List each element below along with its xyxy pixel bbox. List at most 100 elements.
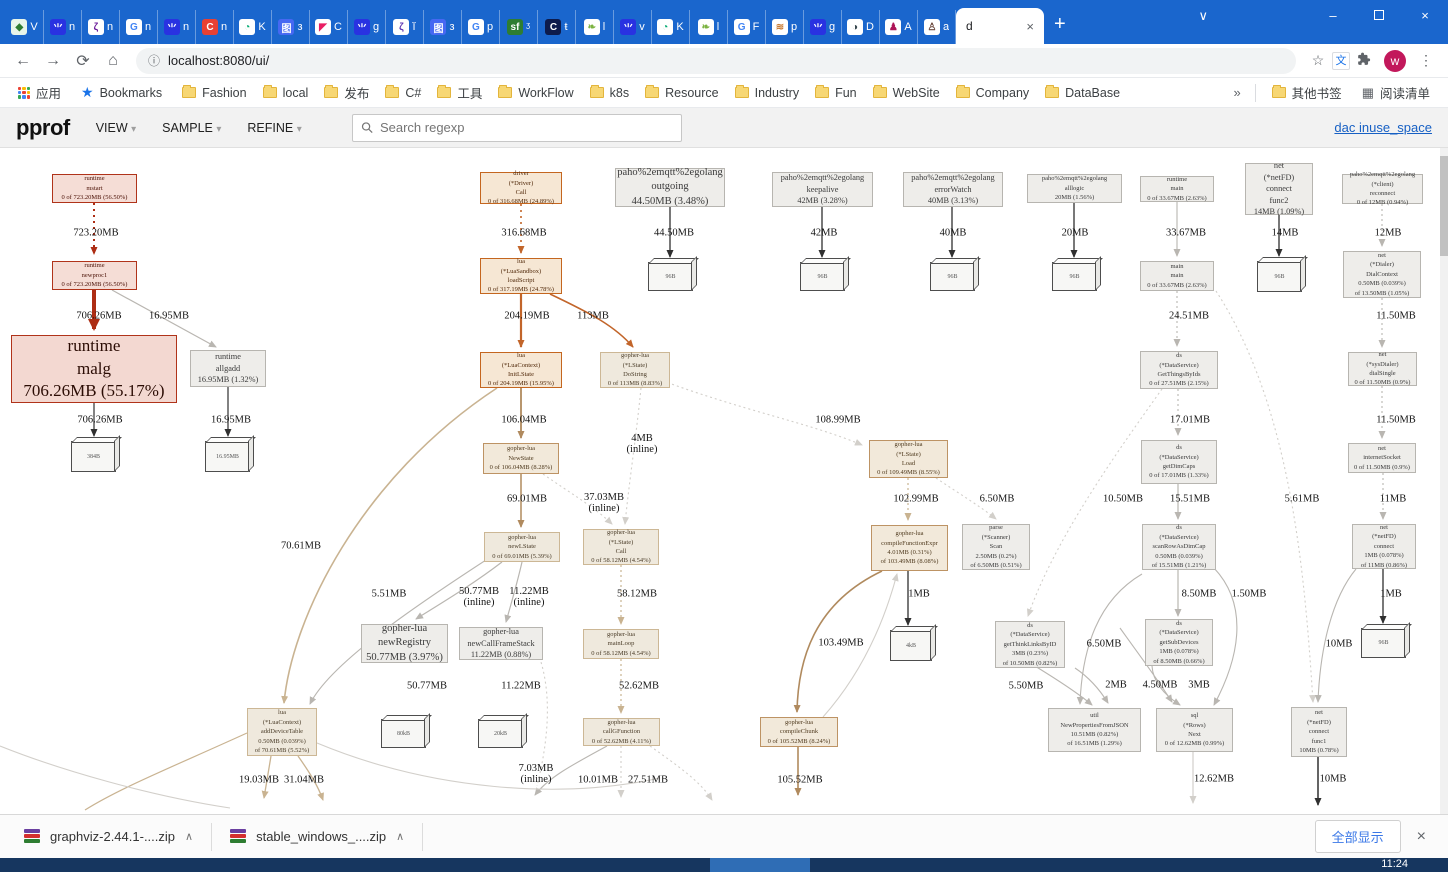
bookmark-folder-k8s[interactable]: k8s <box>582 80 637 105</box>
download-bar-close-icon[interactable]: × <box>1417 828 1426 846</box>
memory-box-node[interactable]: 80kB <box>381 719 426 748</box>
download-chevron-icon[interactable]: ∧ <box>396 830 404 843</box>
chrome-menu-icon[interactable]: ⋮ <box>1412 52 1440 69</box>
graph-node[interactable]: gopher-luanewRegistry50.77MB (3.97%) <box>361 624 448 663</box>
address-bar[interactable]: ⓘ localhost:8080/ui/ <box>136 48 1296 74</box>
back-button[interactable]: ← <box>8 52 38 70</box>
graph-node[interactable]: ds(*DataService)getDimCaps0 of 17.01MB (… <box>1141 440 1217 484</box>
browser-tab[interactable]: ♙a <box>918 10 956 44</box>
graph-node[interactable]: gopher-lua(*LState)DoString0 of 113MB (8… <box>600 352 670 388</box>
profile-avatar[interactable]: w <box>1384 50 1406 72</box>
bookmark-folder-Resource[interactable]: Resource <box>637 80 727 105</box>
browser-tab[interactable]: 图з <box>424 10 462 44</box>
reload-button[interactable]: ⟳ <box>68 51 98 71</box>
new-tab-button[interactable]: + <box>1054 13 1066 36</box>
browser-tab[interactable]: ◑D <box>842 10 880 44</box>
browser-tab[interactable]: ⺌g <box>804 10 842 44</box>
graph-node[interactable]: paho%2emqtt%2egolangkeepalive42MB (3.28%… <box>772 172 873 207</box>
reading-list[interactable]: ▦ 阅读清单 <box>1354 80 1438 105</box>
graph-node[interactable]: gopher-luacompileChunk0 of 105.52MB (8.2… <box>760 717 838 747</box>
download-chevron-icon[interactable]: ∧ <box>185 830 193 843</box>
memory-box-node[interactable]: 96B <box>1361 628 1406 658</box>
graph-node[interactable]: lua(*LuaContext)InitLState0 of 204.19MB … <box>480 352 562 388</box>
menu-view[interactable]: VIEW ▾ <box>96 121 136 135</box>
graph-node[interactable]: netinternetSocket0 of 11.50MB (0.9%) <box>1348 443 1416 473</box>
other-bookmarks[interactable]: 其他书签 <box>1264 80 1350 105</box>
browser-tab[interactable]: Cŧ <box>538 10 576 44</box>
browser-tab[interactable]: ❧l <box>576 10 614 44</box>
graph-node[interactable]: ds(*DataService)getThinkLinksByID3MB (0.… <box>995 621 1065 668</box>
graph-node[interactable]: mainmain0 of 33.67MB (2.63%) <box>1140 261 1214 291</box>
browser-tab[interactable]: ⺌n <box>158 10 196 44</box>
browser-tab[interactable]: ζĭ <box>386 10 424 44</box>
download-item[interactable]: graphviz-2.44.1-....zip∧ <box>6 815 211 858</box>
memory-box-node[interactable]: 96B <box>1052 262 1097 291</box>
apps-shortcut[interactable]: 应用 <box>10 80 69 105</box>
profile-source-link[interactable]: dac inuse_space <box>1334 120 1432 135</box>
graph-node[interactable]: runtimemstart0 of 723.20MB (56.50%) <box>52 174 137 203</box>
memory-box-node[interactable]: 96B <box>1257 261 1302 292</box>
translate-icon[interactable]: 文 <box>1332 52 1350 70</box>
browser-tab[interactable]: sfᶾ <box>500 10 538 44</box>
browser-tab[interactable]: ◤C <box>310 10 348 44</box>
browser-tab[interactable]: ζn <box>82 10 120 44</box>
graph-node[interactable]: runtimenewproc10 of 723.20MB (56.50%) <box>52 261 137 290</box>
browser-tab[interactable]: 图з <box>272 10 310 44</box>
graph-node[interactable]: paho%2emqtt%2egolangalllogic20MB (1.56%) <box>1027 174 1122 203</box>
graph-node[interactable]: ds(*DataService)GetThingsByIds0 of 27.51… <box>1140 351 1218 389</box>
page-info-icon[interactable]: ⓘ <box>148 52 160 69</box>
bookmark-folder-WebSite[interactable]: WebSite <box>865 80 948 105</box>
graph-node[interactable]: runtimemalg706.26MB (55.17%) <box>11 335 177 403</box>
browser-tab[interactable]: ◔K <box>234 10 272 44</box>
memory-box-node[interactable]: 384B <box>71 441 116 472</box>
bookmarks-overflow-chevron[interactable]: » <box>1227 85 1246 100</box>
minimize-button[interactable]: – <box>1310 8 1356 23</box>
scrollbar-thumb[interactable] <box>1440 156 1448 256</box>
graph-node[interactable]: lua(*LuaContext)addDeviceTable0.50MB (0.… <box>247 708 317 756</box>
bookmark-folder-工具[interactable]: 工具 <box>429 80 490 105</box>
browser-tab[interactable]: GF <box>728 10 766 44</box>
download-item[interactable]: stable_windows_....zip∧ <box>212 815 422 858</box>
bookmark-folder-C#[interactable]: C# <box>377 80 429 105</box>
browser-tab[interactable]: ◔K <box>652 10 690 44</box>
graph-node[interactable]: gopher-lua(*LState)Load0 of 109.49MB (8.… <box>869 440 948 478</box>
browser-tab[interactable]: ≋p <box>766 10 804 44</box>
graph-node[interactable]: sql(*Rows)Next0 of 12.62MB (0.99%) <box>1156 708 1233 752</box>
graph-node[interactable]: net(*netFD)connectfunc214MB (1.09%) <box>1245 163 1313 215</box>
browser-tab[interactable]: ⺌g <box>348 10 386 44</box>
bookmark-folder-local[interactable]: local <box>255 80 317 105</box>
tab-search-icon[interactable]: ∨ <box>1198 8 1208 24</box>
bookmark-folder-Company[interactable]: Company <box>948 80 1038 105</box>
memory-box-node[interactable]: 4kB <box>890 630 932 661</box>
scrollbar[interactable] <box>1440 148 1448 814</box>
browser-tab[interactable]: Gp <box>462 10 500 44</box>
graph-node[interactable]: gopher-lua(*LState)Call0 of 58.12MB (4.5… <box>583 529 659 565</box>
graph-node[interactable]: runtimeallgadd16.95MB (1.32%) <box>190 350 266 387</box>
graph-node[interactable]: lua(*LuaSandbox)loadScript0 of 317.19MB … <box>480 258 562 294</box>
memory-box-node[interactable]: 96B <box>648 262 693 291</box>
browser-tab[interactable]: ❧l <box>690 10 728 44</box>
graph-node[interactable]: gopher-luacallGFunction0 of 52.62MB (4.1… <box>583 718 660 746</box>
bookmarks-shortcut[interactable]: ★ Bookmarks <box>73 81 170 104</box>
graph-node[interactable]: ds(*DataService)scanRowAsDimCap0.50MB (0… <box>1142 524 1216 570</box>
menu-sample[interactable]: SAMPLE ▾ <box>162 121 221 135</box>
menu-refine[interactable]: REFINE ▾ <box>247 121 301 135</box>
graph-node[interactable]: net(*netFD)connectfunc110MB (0.78%) <box>1291 707 1347 757</box>
maximize-button[interactable] <box>1356 8 1402 23</box>
graph-node[interactable]: paho%2emqtt%2egolangoutgoing44.50MB (3.4… <box>615 168 725 207</box>
search-input[interactable] <box>380 120 673 135</box>
graph-node[interactable]: ds(*DataService)getSubDevices1MB (0.078%… <box>1145 619 1213 666</box>
browser-tab[interactable]: ♟A <box>880 10 918 44</box>
forward-button[interactable]: → <box>38 52 68 70</box>
browser-tab[interactable]: ◆V <box>6 10 44 44</box>
home-button[interactable]: ⌂ <box>98 52 128 70</box>
bookmark-folder-Industry[interactable]: Industry <box>727 80 807 105</box>
graph-node[interactable]: parse(*Scanner)Scan2.50MB (0.2%)of 6.50M… <box>962 524 1030 570</box>
browser-tab[interactable]: ⺌n <box>44 10 82 44</box>
graph-node[interactable]: gopher-luacompileFunctionExpr4.01MB (0.3… <box>871 525 948 571</box>
graph-node[interactable]: paho%2emqtt%2egolangerrorWatch40MB (3.13… <box>903 172 1003 207</box>
bookmark-folder-WorkFlow[interactable]: WorkFlow <box>490 80 581 105</box>
show-all-downloads-button[interactable]: 全部显示 <box>1315 820 1401 853</box>
bookmark-folder-Fun[interactable]: Fun <box>807 80 865 105</box>
extension-puzzle-icon[interactable] <box>1350 52 1378 69</box>
